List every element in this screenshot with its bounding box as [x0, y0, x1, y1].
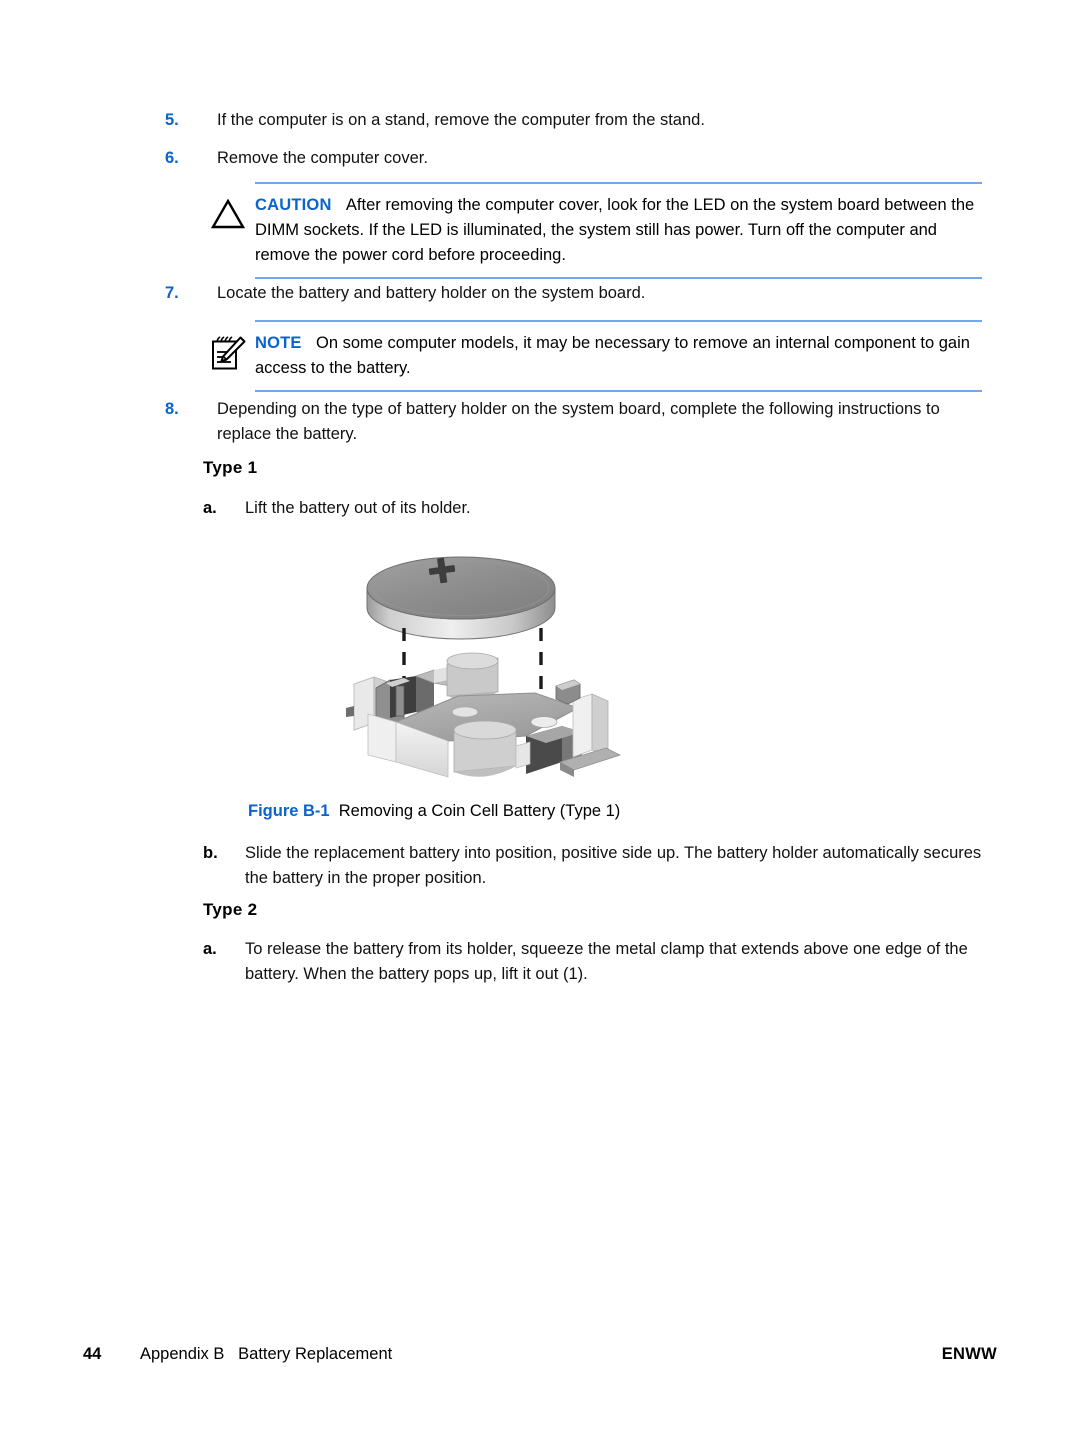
- page-footer: 44 Appendix B Battery Replacement ENWW: [83, 1345, 997, 1369]
- figure-caption-text: Removing a Coin Cell Battery (Type 1): [338, 802, 621, 820]
- step-text: Depending on the type of battery holder …: [217, 400, 940, 443]
- footer-page-number: 44: [83, 1345, 102, 1363]
- list-item: 6. Remove the computer cover.: [165, 146, 985, 171]
- notepad-pencil-icon: [207, 332, 249, 374]
- step-text: Remove the computer cover.: [217, 149, 428, 167]
- sub-step-text: To release the battery from its holder, …: [245, 940, 968, 983]
- callout-body: On some computer models, it may be neces…: [255, 334, 970, 377]
- list-item: 7. Locate the battery and battery holder…: [165, 281, 985, 306]
- sub-list-item: b. Slide the replacement battery into po…: [203, 841, 988, 891]
- sub-step-text: Slide the replacement battery into posit…: [245, 844, 982, 887]
- callout-body: After removing the computer cover, look …: [255, 196, 975, 264]
- step-number: 8.: [165, 400, 179, 418]
- section-heading-type-1: Type 1: [203, 458, 258, 477]
- step-number: 5.: [165, 111, 179, 129]
- sub-step-marker: a.: [203, 499, 217, 517]
- callout-text: NOTE On some computer models, it may be n…: [255, 331, 982, 381]
- list-item: 5. If the computer is on a stand, remove…: [165, 108, 985, 133]
- document-page: 5. If the computer is on a stand, remove…: [0, 0, 1080, 1437]
- sub-list-item: a. To release the battery from its holde…: [203, 937, 988, 987]
- callout-keyword: NOTE: [255, 334, 302, 352]
- note-callout: NOTE On some computer models, it may be n…: [203, 320, 982, 392]
- sub-step-marker: b.: [203, 844, 218, 862]
- figure-label: Figure B-1: [248, 802, 330, 820]
- coin-cell-battery-and-holder-illustration: [330, 536, 660, 792]
- figure-caption: Figure B-1 Removing a Coin Cell Battery (…: [248, 799, 620, 823]
- section-heading-type-2: Type 2: [203, 900, 258, 919]
- callout-bottom-rule: [255, 277, 982, 279]
- breadcrumb: Appendix B Battery Replacement: [140, 1345, 393, 1363]
- step-text: If the computer is on a stand, remove th…: [217, 111, 705, 129]
- footer-locale-code: ENWW: [941, 1345, 997, 1363]
- sub-step-text: Lift the battery out of its holder.: [245, 499, 471, 517]
- sub-step-marker: a.: [203, 940, 217, 958]
- warning-triangle-icon: [207, 194, 249, 236]
- step-text: Locate the battery and battery holder on…: [217, 284, 646, 302]
- callout-keyword: CAUTION: [255, 196, 332, 214]
- step-number: 6.: [165, 149, 179, 167]
- callout-text: CAUTION After removing the computer cover…: [255, 193, 982, 268]
- list-item: 8. Depending on the type of battery hold…: [165, 397, 990, 447]
- step-number: 7.: [165, 284, 179, 302]
- callout-bottom-rule: [255, 390, 982, 392]
- caution-callout: CAUTION After removing the computer cover…: [203, 182, 982, 279]
- sub-list-item: a. Lift the battery out of its holder.: [203, 496, 983, 521]
